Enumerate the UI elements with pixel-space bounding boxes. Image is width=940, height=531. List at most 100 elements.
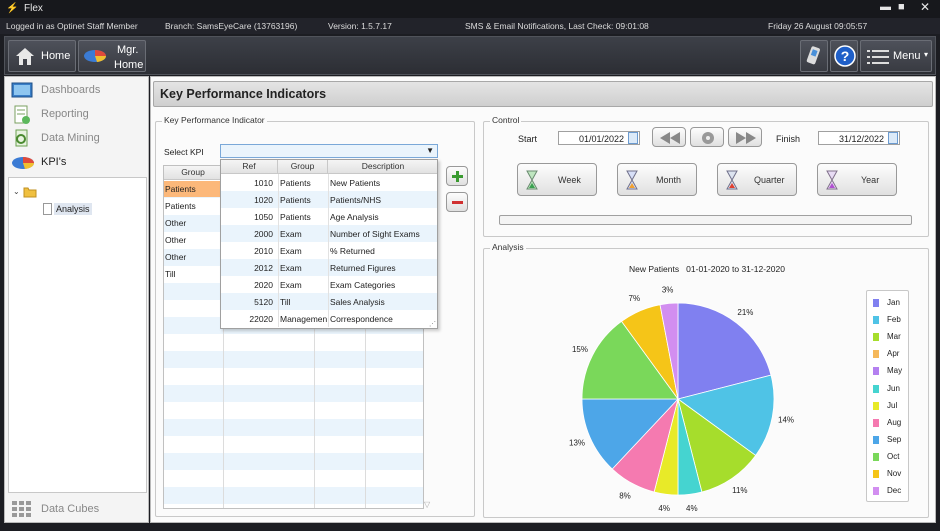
select-kpi-label: Select KPI bbox=[164, 147, 204, 157]
grid-row[interactable]: Till bbox=[164, 266, 223, 282]
tree-item-analysis[interactable]: Analysis bbox=[54, 203, 92, 215]
dropdown-cell-group: Till bbox=[280, 297, 291, 307]
grid-header-group[interactable]: Group bbox=[164, 166, 223, 180]
main-panel: Key Performance Indicators Key Performan… bbox=[150, 76, 936, 523]
dropdown-cell-ref: 5120 bbox=[254, 297, 273, 307]
hourglass-icon bbox=[726, 170, 738, 190]
dropdown-column-divider bbox=[328, 310, 329, 327]
dropdown-cell-group: Patients bbox=[280, 178, 311, 188]
chevron-down-icon: ▾ bbox=[924, 50, 929, 59]
app-logo-icon: ⚡ bbox=[6, 3, 19, 14]
dropdown-cell-ref: 1020 bbox=[254, 195, 273, 205]
legend-swatch bbox=[873, 487, 879, 496]
maximize-button[interactable]: ■ bbox=[898, 1, 905, 13]
dropdown-column-divider bbox=[328, 259, 329, 276]
page-header: Key Performance Indicators bbox=[153, 81, 933, 107]
help-icon: ? bbox=[834, 45, 856, 67]
report-icon bbox=[14, 105, 30, 124]
phone-button[interactable] bbox=[800, 40, 828, 72]
minimize-button[interactable]: ▬ bbox=[880, 1, 891, 13]
notifications-text: SMS & Email Notifications, Last Check: 0… bbox=[465, 21, 649, 31]
remove-kpi-button[interactable] bbox=[446, 192, 468, 212]
dropdown-column-divider bbox=[328, 191, 329, 208]
control-group: Control Start 01/01/2022 Finish 31/12/20… bbox=[483, 115, 929, 237]
pie-data-label: 14% bbox=[778, 416, 794, 425]
grid-scroll-arrow-icon[interactable]: ▽ bbox=[424, 500, 430, 509]
finish-date-input[interactable]: 31/12/2022 bbox=[818, 131, 900, 145]
dropdown-cell-group: Exam bbox=[280, 280, 302, 290]
close-button[interactable]: ✕ bbox=[920, 0, 930, 14]
plus-icon bbox=[452, 171, 463, 182]
grid-row-background bbox=[164, 351, 423, 368]
version-text: Version: 1.5.7.17 bbox=[328, 21, 392, 31]
year-button[interactable]: Year bbox=[817, 163, 897, 196]
logged-in-text: Logged in as Optinet Staff Member bbox=[6, 21, 138, 31]
dropdown-header-ref[interactable]: Ref bbox=[221, 160, 278, 174]
legend-label: Aug bbox=[887, 417, 902, 427]
grid-row-background bbox=[164, 470, 423, 487]
dropdown-cell-description: New Patients bbox=[330, 178, 381, 188]
month-button[interactable]: Month bbox=[617, 163, 697, 196]
grid-row[interactable]: Other bbox=[164, 215, 223, 231]
disc-icon bbox=[702, 132, 714, 144]
dropdown-cell-description: Exam Categories bbox=[330, 280, 396, 290]
dropdown-header-description[interactable]: Description bbox=[328, 160, 437, 174]
grid-row[interactable]: Patients bbox=[164, 181, 223, 197]
help-button[interactable]: ? bbox=[830, 40, 858, 72]
select-kpi-dropdown[interactable]: ▼ bbox=[220, 144, 438, 158]
quarter-button[interactable]: Quarter bbox=[717, 163, 797, 196]
week-button[interactable]: Week bbox=[517, 163, 597, 196]
chart-legend: Jan Feb Mar Apr May Jun Jul Aug Sep Oct Nov Dec bbox=[866, 290, 909, 502]
sidebar-item-reporting[interactable]: Reporting bbox=[11, 105, 146, 125]
menu-button[interactable]: Menu ▾ bbox=[860, 40, 932, 72]
legend-label: Nov bbox=[887, 469, 902, 478]
grid-row-background bbox=[164, 487, 423, 504]
legend-swatch bbox=[873, 470, 879, 478]
start-date-input[interactable]: 01/01/2022 bbox=[558, 131, 640, 145]
dropdown-header-group[interactable]: Group bbox=[278, 160, 328, 174]
data-mining-icon bbox=[15, 129, 28, 147]
next-period-button[interactable] bbox=[728, 127, 762, 147]
mobile-phone-icon bbox=[806, 46, 820, 65]
home-button[interactable]: Home bbox=[8, 40, 76, 72]
datetime-text: Friday 26 August 09:05:57 bbox=[768, 21, 868, 31]
tree-expand-icon[interactable]: ⌄ bbox=[13, 187, 20, 196]
nav-bar: Home Mgr. Home ? Menu ▾ bbox=[4, 36, 936, 75]
mgr-home-button[interactable]: Mgr. Home bbox=[78, 40, 146, 72]
grid-row[interactable]: Other bbox=[164, 249, 223, 265]
minus-icon bbox=[452, 201, 463, 204]
grid-row-background bbox=[164, 453, 423, 470]
app-title: Flex bbox=[24, 3, 43, 14]
sidebar-item-data-mining[interactable]: Data Mining bbox=[11, 129, 146, 149]
sidebar: Dashboards Reporting Data Mining KPI's ⌄… bbox=[4, 76, 149, 523]
hourglass-icon bbox=[526, 170, 538, 190]
resize-grip-icon[interactable]: ⋰ bbox=[429, 320, 436, 328]
previous-period-button[interactable] bbox=[652, 127, 686, 147]
calendar-icon[interactable] bbox=[888, 132, 898, 144]
legend-swatch bbox=[873, 418, 879, 427]
current-period-button[interactable] bbox=[690, 127, 724, 147]
legend-swatch bbox=[873, 299, 879, 307]
grid-row[interactable]: Patients bbox=[164, 198, 223, 214]
dropdown-column-divider bbox=[328, 276, 329, 293]
calendar-icon[interactable] bbox=[628, 132, 638, 144]
legend-label: Mar bbox=[887, 332, 901, 342]
legend-label: Apr bbox=[887, 349, 900, 359]
sidebar-item-dashboards[interactable]: Dashboards bbox=[11, 81, 146, 101]
dropdown-cell-ref: 1010 bbox=[254, 178, 273, 188]
pie-data-label: 4% bbox=[686, 504, 698, 513]
dropdown-column-divider bbox=[278, 259, 279, 276]
legend-swatch bbox=[873, 452, 879, 461]
sidebar-item-kpis[interactable]: KPI's bbox=[11, 153, 146, 173]
dropdown-cell-ref: 1050 bbox=[254, 212, 273, 222]
sidebar-item-data-cubes[interactable]: Data Cubes bbox=[11, 500, 146, 520]
folder-icon bbox=[23, 187, 37, 198]
grid-row-background bbox=[164, 436, 423, 453]
dropdown-column-divider bbox=[328, 225, 329, 242]
legend-label: Jun bbox=[887, 383, 900, 393]
dropdown-cell-description: Age Analysis bbox=[330, 212, 379, 222]
dropdown-column-divider bbox=[278, 293, 279, 310]
grid-row-background bbox=[164, 504, 423, 508]
grid-row[interactable]: Other bbox=[164, 232, 223, 248]
add-kpi-button[interactable] bbox=[446, 166, 468, 186]
